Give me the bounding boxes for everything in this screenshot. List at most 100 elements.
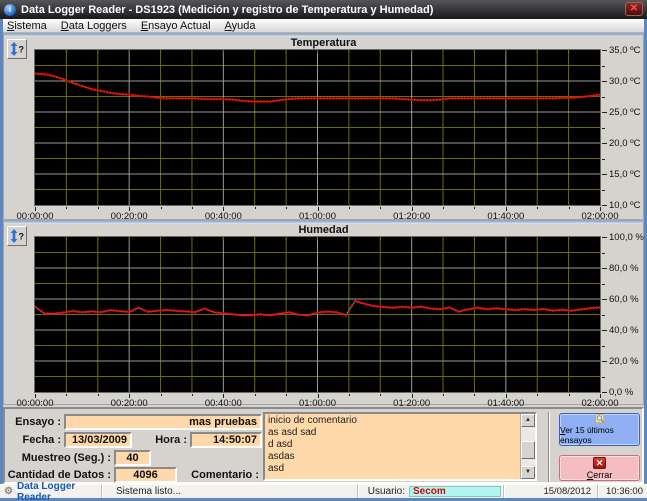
x-minor-tick [349, 207, 350, 209]
cantidad-field[interactable]: 4096 [114, 467, 177, 483]
x-minor-tick [569, 207, 570, 209]
comentario-box[interactable]: inicio de comentario as asd sad d asd as… [263, 412, 537, 481]
x-minor-tick [286, 207, 287, 209]
x-minor-tick [474, 207, 475, 209]
y-tick-label: 30,0 ºC [602, 76, 640, 87]
x-minor-tick [255, 394, 256, 396]
ensayo-field[interactable]: mas pruebas [64, 414, 262, 430]
app-window: i Data Logger Reader - DS1923 (Medición … [0, 0, 647, 501]
temperature-scale-button[interactable]: ? [7, 39, 27, 59]
x-minor-tick [255, 207, 256, 209]
y-minor-tick [602, 253, 605, 254]
chart-canvas-hum [35, 237, 600, 392]
x-minor-tick [443, 394, 444, 396]
y-tick-label: 10,0 ºC [602, 200, 640, 211]
gear-icon: ⚙ [4, 486, 13, 497]
statusbar-app-name: Data Logger Reader [17, 481, 101, 501]
scrollbar-track[interactable] [521, 427, 535, 466]
svg-text:?: ? [19, 232, 25, 242]
y-minor-tick [602, 284, 605, 285]
comentario-scrollbar[interactable]: ▲ ▼ [520, 414, 535, 479]
x-minor-tick [192, 207, 193, 209]
y-tick-label: 100,0 % [602, 232, 644, 243]
muestreo-field[interactable]: 40 [114, 450, 151, 466]
y-tick-label: 0,0 % [602, 387, 633, 398]
menu-item-ensayo-actual[interactable]: Ensayo Actual [134, 19, 218, 33]
statusbar-date-text: 15/08/2012 [543, 486, 591, 497]
comentario-label: Comentario : [177, 469, 259, 481]
fecha-label: Fecha : [5, 434, 61, 446]
y-tick-label: 25,0 ºC [602, 107, 640, 118]
updown-arrow-question-icon: ? [9, 41, 25, 57]
y-minor-tick [602, 346, 605, 347]
search-document-icon [590, 414, 610, 425]
y-minor-tick [602, 377, 605, 378]
window-title: Data Logger Reader - DS1923 (Medición y … [21, 4, 433, 16]
x-minor-tick [286, 394, 287, 396]
ensayo-form: Ensayo : mas pruebas Fecha : 13/03/2009 … [3, 407, 644, 484]
svg-text:?: ? [19, 45, 25, 55]
y-minor-tick [602, 128, 605, 129]
x-minor-tick [380, 207, 381, 209]
y-tick-label: 15,0 ºC [602, 169, 640, 180]
close-window-button[interactable]: ✕ [625, 2, 643, 16]
chart-canvas-temp [35, 50, 600, 205]
form-divider [548, 412, 550, 482]
humidity-scale-button[interactable]: ? [7, 226, 27, 246]
x-minor-tick [192, 394, 193, 396]
fecha-field[interactable]: 13/03/2009 [64, 432, 132, 448]
humidity-plot [34, 236, 601, 393]
temperature-panel: Temperatura ? 35,0 ºC 30,0 ºC 25,0 ºC 20,0 … [3, 33, 644, 220]
humidity-x-axis: 00:00:0000:20:0000:40:0001:00:0001:20:00… [35, 394, 601, 408]
hora-label: Hora : [127, 434, 187, 446]
temperature-panel-title: Temperatura [4, 37, 643, 49]
usuario-value: Secom [409, 486, 501, 497]
statusbar-status-text: Sistema listo... [116, 486, 181, 497]
x-minor-tick [98, 207, 99, 209]
x-minor-tick [537, 394, 538, 396]
scrollbar-thumb[interactable] [521, 441, 535, 459]
x-minor-tick [161, 394, 162, 396]
statusbar-status-segment: Sistema listo... [102, 485, 358, 498]
comentario-text[interactable]: inicio de comentario as asd sad d asd as… [265, 414, 520, 479]
y-tick-label: 35,0 ºC [602, 45, 640, 56]
x-minor-tick [569, 394, 570, 396]
menu-item-ayuda[interactable]: Ayuda [218, 19, 263, 33]
statusbar-time-text: 10:36:00 [606, 486, 643, 497]
y-minor-tick [602, 190, 605, 191]
statusbar: ⚙ Data Logger Reader Sistema listo... Us… [0, 484, 647, 498]
x-minor-tick [537, 207, 538, 209]
view-last-ensayos-button[interactable]: Ver 15 últimos ensayos [559, 413, 640, 446]
hora-field[interactable]: 14:50:07 [190, 432, 262, 448]
cerrar-label: Cerrar [587, 470, 613, 480]
view-last-ensayos-label: Ver 15 últimos ensayos [560, 425, 639, 445]
scroll-up-button[interactable]: ▲ [521, 414, 535, 427]
menu-item-sistema[interactable]: Sistema [0, 19, 54, 33]
menubar: SistemaData LoggersEnsayo ActualAyuda [0, 19, 647, 33]
y-minor-tick [602, 159, 605, 160]
usuario-label: Usuario: [368, 486, 405, 497]
x-minor-tick [66, 207, 67, 209]
y-tick-label: 60,0 % [602, 294, 639, 305]
y-minor-tick [602, 66, 605, 67]
humidity-y-axis: 100,0 %80,0 %60,0 %40,0 %20,0 %0,0 % [602, 237, 647, 392]
x-minor-tick [349, 394, 350, 396]
cerrar-button[interactable]: ✕ Cerrar [559, 455, 640, 481]
app-icon: i [4, 4, 16, 16]
x-minor-tick [443, 207, 444, 209]
x-minor-tick [66, 394, 67, 396]
x-minor-tick [98, 394, 99, 396]
cantidad-label: Cantidad de Datos : [5, 469, 111, 481]
scroll-down-button[interactable]: ▼ [521, 466, 535, 479]
updown-arrow-question-icon: ? [9, 228, 25, 244]
y-tick-label: 80,0 % [602, 263, 639, 274]
y-tick-label: 20,0 % [602, 356, 639, 367]
statusbar-user-segment: Usuario: Secom [358, 485, 504, 498]
menu-item-data-loggers[interactable]: Data Loggers [54, 19, 134, 33]
ensayo-label: Ensayo : [5, 416, 61, 428]
y-tick-label: 20,0 ºC [602, 138, 640, 149]
statusbar-time: 10:36:00 [598, 485, 647, 498]
temperature-x-axis: 00:00:0000:20:0000:40:0001:00:0001:20:00… [35, 207, 601, 221]
humidity-panel: Humedad ? 100,0 %80,0 %60,0 %40,0 %20,0 … [3, 220, 644, 405]
statusbar-app-segment: ⚙ Data Logger Reader [0, 485, 102, 498]
